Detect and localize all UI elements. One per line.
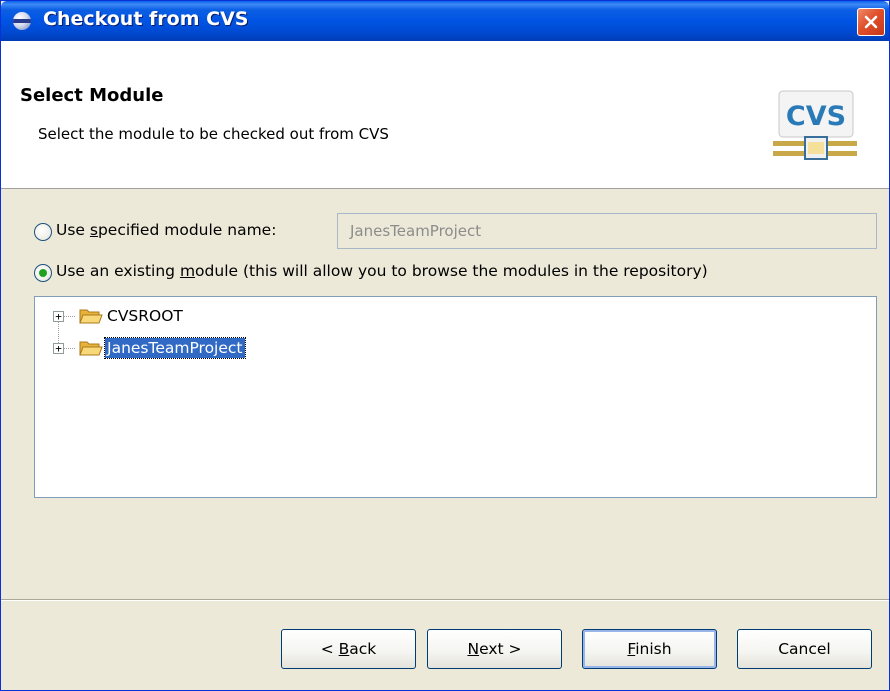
back-button[interactable]: < Back: [281, 629, 416, 669]
wizard-banner: Select Module Select the module to be ch…: [1, 41, 889, 189]
window-title: Checkout from CVS: [43, 8, 249, 30]
existing-label-mnemonic: m: [179, 262, 196, 280]
tree-item-janesteamproject[interactable]: + JanesTeamProject: [49, 337, 449, 359]
module-tree[interactable]: + CVSROOT + JanesTeamProject: [34, 296, 877, 498]
back-label-post: ack: [349, 640, 377, 658]
specified-label-mnemonic: s: [89, 221, 98, 239]
tree-connector: [63, 316, 75, 317]
expand-icon[interactable]: +: [53, 311, 64, 322]
close-icon: [864, 15, 878, 29]
specified-module-label[interactable]: Use specified module name:: [56, 221, 276, 239]
finish-button[interactable]: Finish: [582, 629, 717, 669]
cvs-logo-icon: CVS: [773, 90, 857, 160]
specified-label-post: pecified module name:: [97, 221, 277, 239]
tree-connector: [63, 348, 75, 349]
page-description: Select the module to be checked out from…: [38, 125, 389, 143]
tree-item-label: JanesTeamProject: [104, 337, 246, 359]
folder-open-icon: [79, 341, 103, 356]
tree-item-label: CVSROOT: [107, 307, 183, 325]
back-label-pre: <: [320, 640, 339, 658]
cancel-button[interactable]: Cancel: [737, 629, 872, 669]
expand-icon[interactable]: +: [53, 343, 64, 354]
title-bar[interactable]: Checkout from CVS: [1, 1, 889, 41]
existing-label-post: odule (this will allow you to browse the…: [195, 262, 708, 280]
close-button[interactable]: [857, 8, 885, 36]
eclipse-icon: [13, 12, 31, 30]
folder-open-icon: [79, 309, 103, 324]
next-label-post: ext >: [479, 640, 522, 658]
next-label-mnemonic: N: [467, 640, 480, 658]
checkout-dialog: Checkout from CVS Select Module Select t…: [0, 0, 890, 691]
specified-module-radio[interactable]: [34, 223, 52, 241]
back-label-mnemonic: B: [338, 640, 350, 658]
finish-label-post: inish: [635, 640, 672, 658]
tree-item-cvsroot[interactable]: + CVSROOT: [49, 305, 449, 327]
page-title: Select Module: [20, 85, 164, 106]
existing-label-pre: Use an existing: [56, 262, 180, 280]
existing-module-label[interactable]: Use an existing module (this will allow …: [56, 262, 708, 280]
existing-module-radio[interactable]: [34, 264, 52, 282]
next-button[interactable]: Next >: [427, 629, 562, 669]
cvs-logo-text: CVS: [786, 101, 846, 132]
button-separator: [1, 599, 889, 601]
module-name-input[interactable]: JanesTeamProject: [337, 213, 877, 249]
specified-label-pre: Use: [56, 221, 90, 239]
